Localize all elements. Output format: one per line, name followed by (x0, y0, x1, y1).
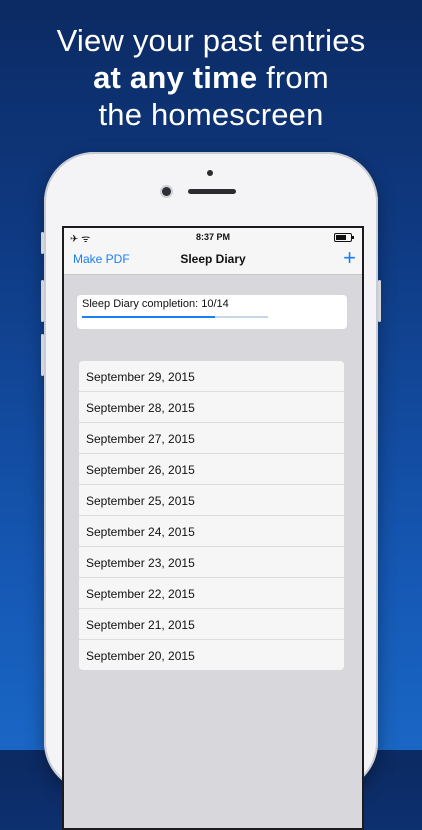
headline-line-1: View your past entries (56, 23, 366, 58)
entry-row[interactable]: September 27, 2015 (79, 423, 344, 454)
completion-progress-bar (82, 316, 268, 318)
front-camera-icon (162, 187, 171, 196)
status-time: 8:37 PM (195, 232, 230, 242)
completion-progress-fill (82, 316, 215, 318)
entry-row[interactable]: September 29, 2015 (79, 361, 344, 392)
completion-label: Sleep Diary completion: 10/14 (82, 298, 229, 310)
completion-card: Sleep Diary completion: 10/14 (77, 295, 347, 329)
entry-row[interactable]: September 23, 2015 (79, 547, 344, 578)
power-button (378, 280, 381, 322)
status-bar: ✈ ᯤ 8:37 PM (64, 228, 362, 246)
app-screen: ✈ ᯤ 8:37 PM Make PDF Sleep Diary + Sleep… (62, 226, 364, 830)
entry-row[interactable]: September 21, 2015 (79, 609, 344, 640)
add-entry-button[interactable]: + (343, 245, 356, 271)
headline-bold-text: at any time (93, 60, 258, 95)
page-title: Sleep Diary (180, 252, 246, 266)
headline-line-3: the homescreen (98, 97, 324, 132)
volume-up-button (41, 280, 44, 322)
promo-headline: View your past entries at any time from … (0, 22, 422, 133)
phone-frame: ✈ ᯤ 8:37 PM Make PDF Sleep Diary + Sleep… (41, 152, 381, 830)
entry-row[interactable]: September 25, 2015 (79, 485, 344, 516)
entry-row[interactable]: September 26, 2015 (79, 454, 344, 485)
navigation-bar: Make PDF Sleep Diary + (64, 245, 362, 275)
battery-icon (334, 233, 354, 242)
entry-list: September 29, 2015 September 28, 2015 Sept… (79, 361, 344, 670)
entry-row[interactable]: September 20, 2015 (79, 640, 344, 670)
entry-row[interactable]: September 28, 2015 (79, 392, 344, 423)
entry-row[interactable]: September 24, 2015 (79, 516, 344, 547)
earpiece-speaker (188, 189, 236, 194)
proximity-sensor (207, 170, 213, 176)
entry-row[interactable]: September 22, 2015 (79, 578, 344, 609)
headline-line-2-rest: from (257, 60, 329, 95)
mute-switch (41, 232, 44, 254)
headline-line-2: at any time from (0, 59, 422, 96)
volume-down-button (41, 334, 44, 376)
